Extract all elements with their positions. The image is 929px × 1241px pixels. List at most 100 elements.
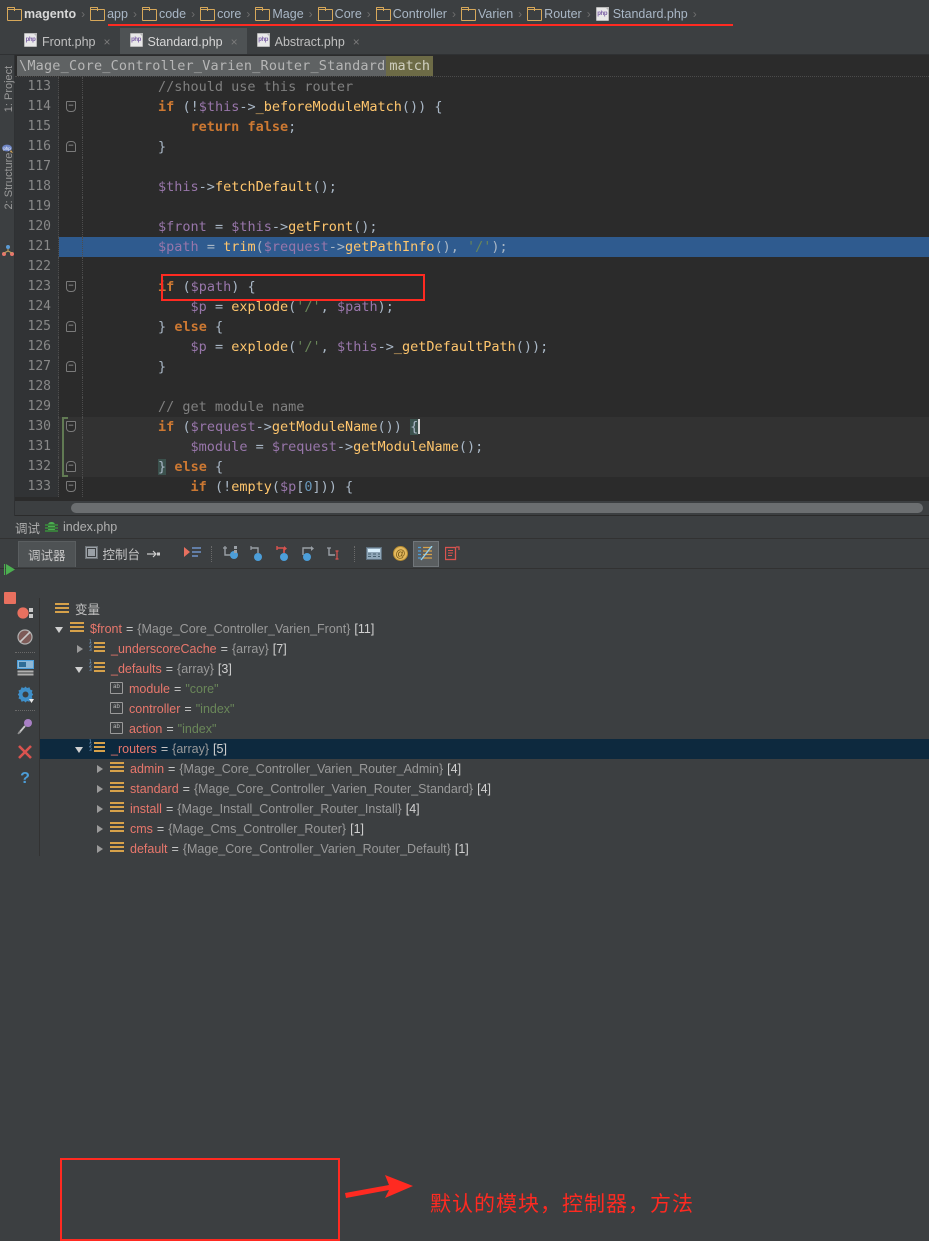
chevron-right-icon[interactable] <box>95 784 106 795</box>
fold-gutter[interactable] <box>59 217 83 237</box>
fold-gutter[interactable] <box>59 437 83 457</box>
fold-gutter[interactable] <box>59 237 83 257</box>
line-number[interactable]: 131 <box>15 437 59 457</box>
variables-view-button[interactable] <box>413 540 440 567</box>
chevron-down-icon[interactable] <box>75 744 86 755</box>
fold-gutter[interactable] <box>59 297 83 317</box>
fold-gutter[interactable] <box>59 117 83 137</box>
mute-breakpoints-icon[interactable] <box>17 629 34 646</box>
line-number[interactable]: 116 <box>15 137 59 157</box>
fold-collapse-icon[interactable]: − <box>66 481 76 492</box>
editor-tab-abstract-php[interactable]: Abstract.php × <box>246 28 369 54</box>
variable-row[interactable]: default = {Mage_Core_Controller_Varien_Rou… <box>40 839 929 856</box>
fold-gutter[interactable]: − <box>59 137 83 157</box>
fold-end-icon[interactable]: − <box>66 461 76 472</box>
force-step-into-button[interactable] <box>270 541 296 567</box>
chevron-right-icon[interactable] <box>75 644 86 655</box>
code-line[interactable]: 124 $p = explode('/', $path); <box>15 297 929 317</box>
code-line[interactable]: 128 <box>15 377 929 397</box>
variable-row[interactable]: _defaults={array}[3] <box>40 659 929 679</box>
code-editor[interactable]: \Mage_Core_Controller_Varien_Router_Stan… <box>15 55 929 516</box>
variable-row[interactable]: cms = {Mage_Cms_Controller_Router} [1] <box>40 819 929 839</box>
line-number[interactable]: 113 <box>15 77 59 97</box>
pin-tab-icon[interactable] <box>147 547 161 561</box>
breakpoint-icon[interactable] <box>17 606 34 623</box>
close-tab-icon[interactable]: × <box>231 35 238 49</box>
code-line[interactable]: 127− } <box>15 357 929 377</box>
step-out-button[interactable] <box>296 541 322 567</box>
line-number[interactable]: 121 <box>15 237 59 257</box>
tab-debugger[interactable]: 调试器 <box>18 540 76 567</box>
restore-layout-icon[interactable] <box>17 660 34 677</box>
chevron-right-icon[interactable] <box>95 844 106 855</box>
line-number[interactable]: 125 <box>15 317 59 337</box>
line-number[interactable]: 115 <box>15 117 59 137</box>
code-line[interactable]: 113 //should use this router <box>15 77 929 97</box>
code-lines[interactable]: 113 //should use this router 114− if (!$t… <box>15 77 929 501</box>
code-line[interactable]: 129 // get module name <box>15 397 929 417</box>
line-number[interactable]: 118 <box>15 177 59 197</box>
chevron-down-icon[interactable] <box>75 664 86 675</box>
fold-end-icon[interactable]: − <box>66 141 76 152</box>
fold-gutter[interactable]: − <box>59 97 83 117</box>
line-number[interactable]: 128 <box>15 377 59 397</box>
tab-console[interactable]: 控制台 <box>76 541 170 567</box>
step-into-button[interactable] <box>244 541 270 567</box>
line-number[interactable]: 132 <box>15 457 59 477</box>
add-watch-button[interactable]: @ <box>387 541 413 567</box>
variable-row[interactable]: _underscoreCache={array}[7] <box>40 639 929 659</box>
variables-tree[interactable]: $front = {Mage_Core_Controller_Varien_Fron… <box>40 619 929 856</box>
sidebar-tab-structure[interactable]: 2: Structure <box>3 149 15 213</box>
variable-row[interactable]: action="index" <box>40 719 929 739</box>
fold-gutter[interactable]: − <box>59 457 83 477</box>
line-number[interactable]: 129 <box>15 397 59 417</box>
code-line[interactable]: 116− } <box>15 137 929 157</box>
close-tab-icon[interactable]: × <box>353 35 360 49</box>
fold-collapse-icon[interactable]: − <box>66 101 76 112</box>
fold-gutter[interactable] <box>59 197 83 217</box>
code-line[interactable]: 120 $front = $this->getFront(); <box>15 217 929 237</box>
show-execution-point-button[interactable] <box>179 541 205 567</box>
fold-gutter[interactable] <box>59 377 83 397</box>
fold-gutter[interactable] <box>59 157 83 177</box>
code-line[interactable]: 131 $module = $request->getModuleName(); <box>15 437 929 457</box>
fold-gutter[interactable]: − <box>59 417 83 437</box>
fold-gutter[interactable]: − <box>59 357 83 377</box>
code-line[interactable]: 115 return false; <box>15 117 929 137</box>
code-line[interactable]: 125− } else { <box>15 317 929 337</box>
chevron-right-icon[interactable] <box>95 804 106 815</box>
line-number[interactable]: 130 <box>15 417 59 437</box>
line-number[interactable]: 117 <box>15 157 59 177</box>
variable-row[interactable]: standard = {Mage_Core_Controller_Varien_Ro… <box>40 779 929 799</box>
fold-gutter[interactable]: − <box>59 277 83 297</box>
pin-icon[interactable] <box>17 718 34 735</box>
close-tab-icon[interactable]: × <box>104 35 111 49</box>
sidebar-tab-project[interactable]: 1: Project <box>3 63 15 115</box>
code-line[interactable]: 126 $p = explode('/', $this->_getDefault… <box>15 337 929 357</box>
line-number[interactable]: 120 <box>15 217 59 237</box>
code-line[interactable]: 133− if (!empty($p[0])) { <box>15 477 929 497</box>
scrollbar-thumb[interactable] <box>71 503 923 513</box>
code-line[interactable]: 130− if ($request->getModuleName()) { <box>15 417 929 437</box>
fold-end-icon[interactable]: − <box>66 361 76 372</box>
line-number[interactable]: 127 <box>15 357 59 377</box>
line-number[interactable]: 133 <box>15 477 59 497</box>
variable-row[interactable]: controller="index" <box>40 699 929 719</box>
chevron-right-icon[interactable] <box>95 824 106 835</box>
line-number[interactable]: 124 <box>15 297 59 317</box>
code-line[interactable]: 132− } else { <box>15 457 929 477</box>
code-line[interactable]: 117 <box>15 157 929 177</box>
code-line[interactable]: 114− if (!$this->_beforeModuleMatch()) { <box>15 97 929 117</box>
settings-gear-icon[interactable] <box>17 686 34 703</box>
fold-gutter[interactable] <box>59 77 83 97</box>
editor-tab-front-php[interactable]: Front.php × <box>14 28 120 54</box>
fold-gutter[interactable] <box>59 397 83 417</box>
resume-program-icon[interactable] <box>3 563 17 579</box>
code-line[interactable]: 119 <box>15 197 929 217</box>
editor-tab-standard-php[interactable]: Standard.php × <box>119 28 247 54</box>
fold-gutter[interactable]: − <box>59 477 83 497</box>
code-line[interactable]: 121 $path = trim($request->getPathInfo()… <box>15 237 929 257</box>
variable-row[interactable]: admin = {Mage_Core_Controller_Varien_Route… <box>40 759 929 779</box>
line-number[interactable]: 119 <box>15 197 59 217</box>
variable-row[interactable]: install = {Mage_Install_Controller_Router_… <box>40 799 929 819</box>
